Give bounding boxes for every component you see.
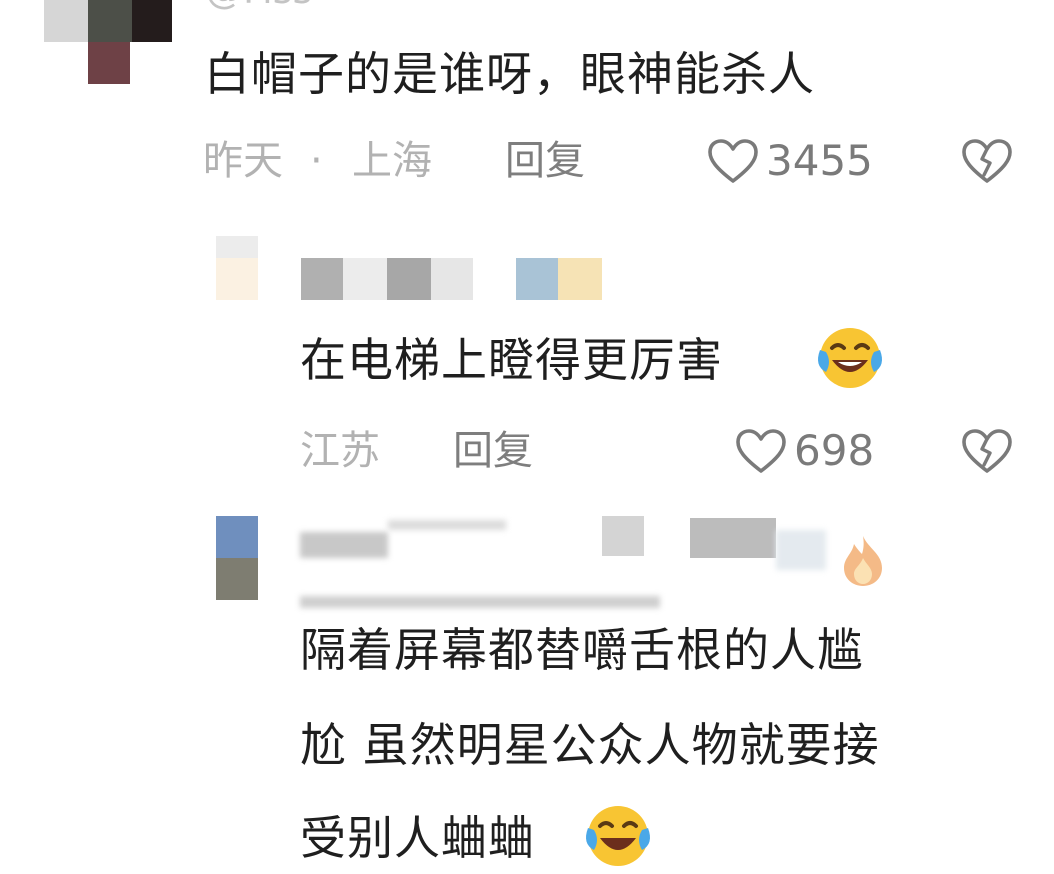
username[interactable]: @Fiss [205,0,312,10]
broken-heart-icon[interactable] [960,137,1014,185]
comment-text-line-3: 受别人蛐蛐 [300,811,535,865]
heart-icon [734,427,788,475]
comment-text-line-1: 隔着屏幕都替嚼舌根的人尴 [300,623,864,677]
like-count: 3455 [766,136,873,185]
fire-emoji [838,532,888,592]
reply-button[interactable]: 回复 [453,426,533,476]
like-button[interactable]: 698 [734,426,874,476]
comment-location: 江苏 [300,428,380,474]
broken-heart-icon[interactable] [960,427,1014,475]
comment-text-line-2: 尬 虽然明星公众人物就要接 [300,718,880,772]
meta-separator: · [310,138,323,184]
like-count: 698 [794,426,875,475]
laughing-tears-emoji [812,322,882,392]
laughing-tears-emoji [580,800,650,870]
comment-location: 上海 [352,138,432,184]
comment-text: 白帽子的是谁呀，眼神能杀人 [204,47,815,101]
heart-icon [706,137,760,185]
comment-text: 在电梯上瞪得更厉害 [300,333,723,387]
like-button[interactable]: 3455 [706,136,873,186]
reply-button[interactable]: 回复 [505,136,585,186]
comment-time: 昨天 [203,138,283,184]
